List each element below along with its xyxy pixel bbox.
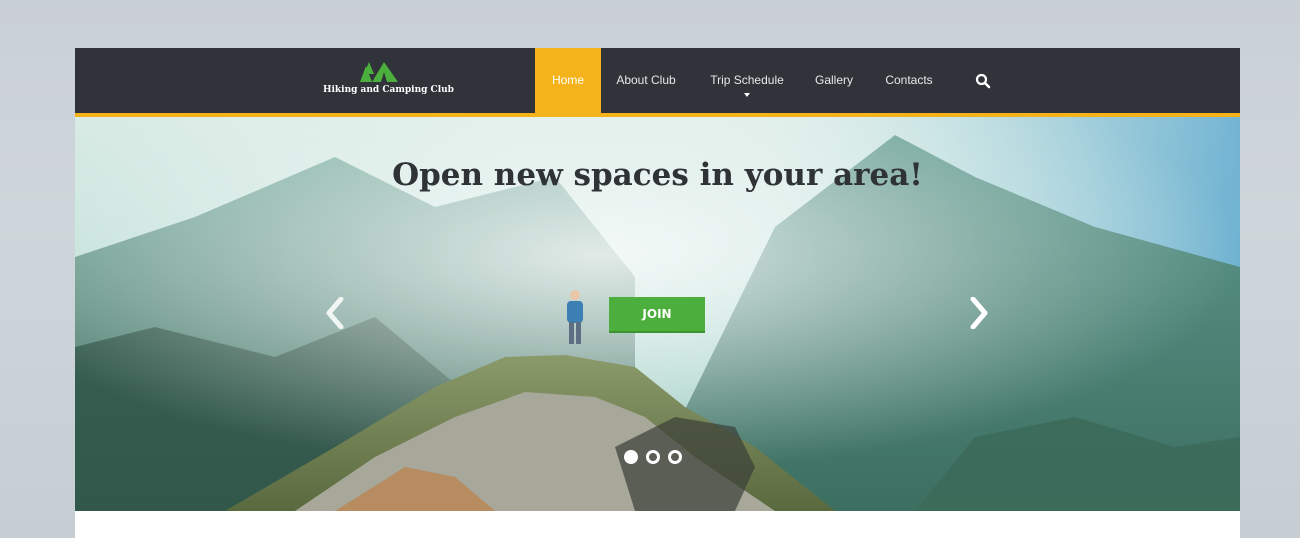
nav-item-trip-schedule[interactable]: Trip Schedule — [695, 48, 799, 113]
nav-item-label: Home — [551, 73, 584, 87]
slide-dot-3[interactable] — [668, 450, 682, 464]
hero-title: Open new spaces in your area! — [392, 157, 923, 193]
search-icon[interactable] — [975, 73, 991, 89]
hero-slider: Open new spaces in your area! JOIN — [75, 117, 1240, 511]
nav-item-label: Trip Schedule — [710, 73, 784, 87]
nav-item-about-club[interactable]: About Club — [603, 48, 689, 113]
nav-item-label: Contacts — [885, 73, 933, 87]
site-page: Hiking and Camping Club Home About Club … — [75, 48, 1240, 538]
nav-item-label: Gallery — [814, 73, 853, 87]
nav-item-label: About Club — [616, 73, 676, 87]
chevron-left-icon[interactable] — [323, 296, 347, 330]
tent-trees-logo-icon — [360, 62, 398, 82]
join-button[interactable]: JOIN — [609, 297, 705, 333]
nav-item-home[interactable]: Home — [535, 48, 601, 113]
chevron-right-icon[interactable] — [967, 296, 991, 330]
brand-name: Hiking and Camping Club — [323, 85, 454, 95]
nav-item-contacts[interactable]: Contacts — [871, 48, 947, 113]
navbar: Hiking and Camping Club Home About Club … — [75, 48, 1240, 117]
slide-dot-2[interactable] — [646, 450, 660, 464]
slide-dot-1[interactable] — [624, 450, 638, 464]
brand-logo[interactable]: Hiking and Camping Club — [323, 60, 454, 104]
nav-item-gallery[interactable]: Gallery — [803, 48, 865, 113]
caret-down-icon — [744, 93, 750, 97]
